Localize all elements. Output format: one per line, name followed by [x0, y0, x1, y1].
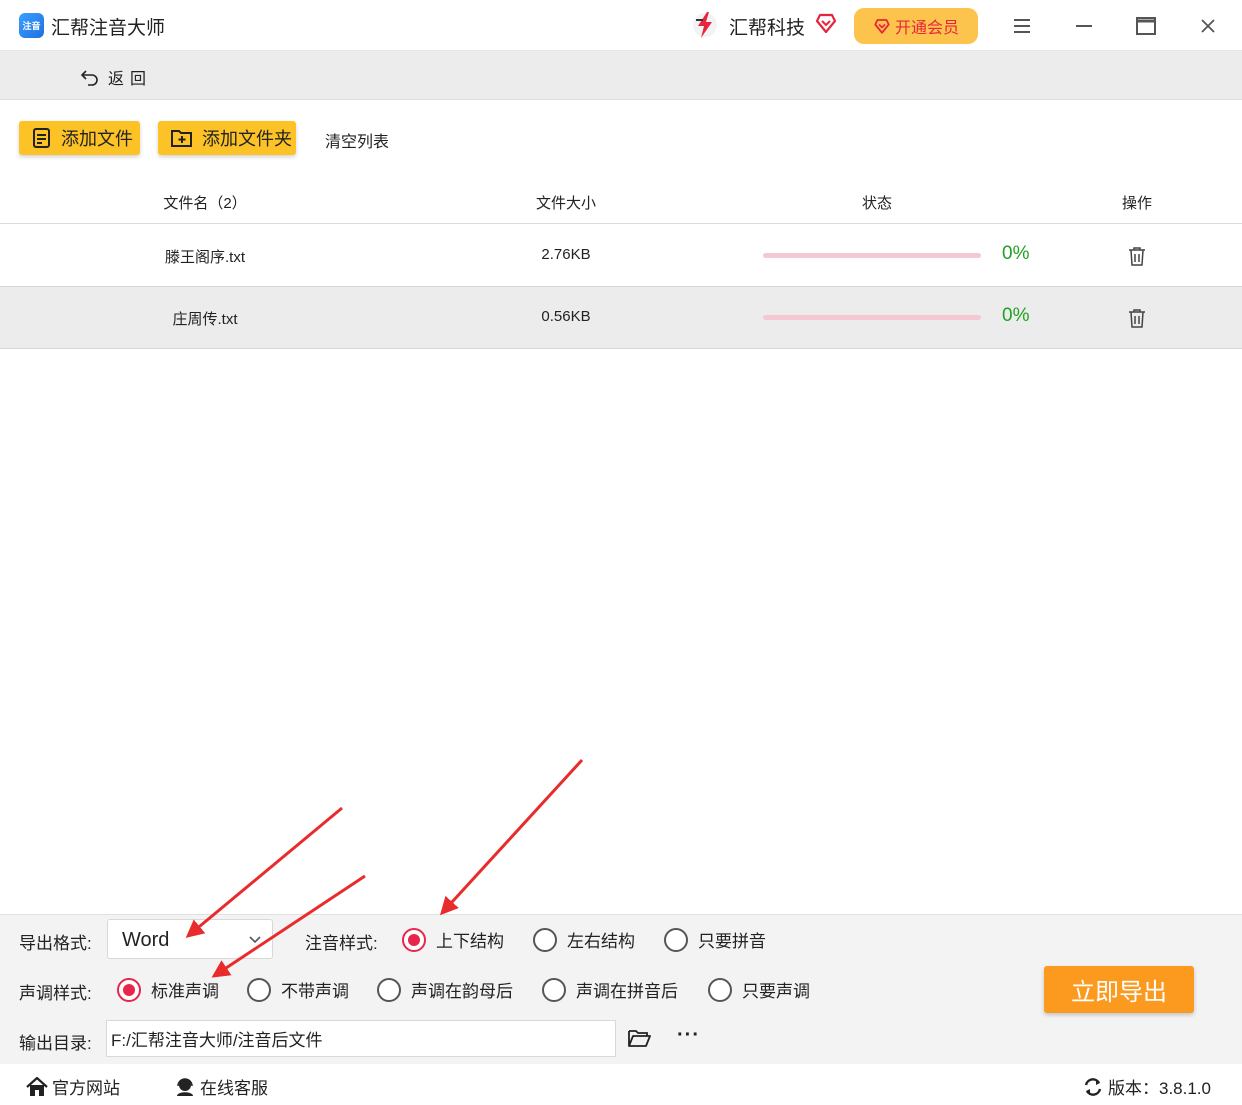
official-site-link[interactable]: 官方网站	[26, 1074, 120, 1099]
brand-logo-icon	[693, 12, 717, 38]
chevron-down-icon	[249, 936, 261, 944]
radio-dot	[402, 927, 426, 952]
table-row[interactable]: 滕王阁序.txt 2.76KB 0%	[0, 225, 1242, 287]
add-file-label: 添加文件	[61, 129, 133, 149]
file-size: 2.76KB	[541, 246, 591, 263]
export-format-select[interactable]: Word	[107, 919, 273, 959]
online-service-link[interactable]: 在线客服	[174, 1074, 268, 1099]
progress-percent: 0%	[1002, 243, 1030, 264]
output-dir-label: 输出目录:	[19, 1034, 92, 1053]
add-folder-button[interactable]: 添加文件夹	[158, 121, 296, 155]
radio-label: 声调在韵母后	[411, 982, 513, 1001]
radio-label: 只要拼音	[698, 932, 766, 951]
radio-label: 只要声调	[742, 982, 810, 1001]
output-dir-input[interactable]	[106, 1020, 616, 1057]
radio-label: 声调在拼音后	[576, 982, 678, 1001]
menu-icon[interactable]	[1009, 13, 1035, 39]
header-filesize: 文件大小	[535, 195, 597, 212]
progress-bar	[763, 253, 981, 258]
add-folder-label: 添加文件夹	[202, 129, 292, 149]
close-icon[interactable]	[1195, 13, 1221, 39]
clear-list-button[interactable]: 清空列表	[325, 128, 389, 152]
annotation-arrow	[439, 758, 584, 916]
back-bar: 返回	[0, 51, 1242, 100]
tone-style-label: 声调样式:	[19, 984, 92, 1003]
export-now-button[interactable]: 立即导出	[1044, 966, 1194, 1013]
radio-left-right[interactable]: 左右结构	[533, 927, 635, 952]
footer: 官方网站 在线客服 版本：3.8.1.0	[0, 1064, 1242, 1105]
radio-tone-after-pinyin[interactable]: 声调在拼音后	[542, 977, 678, 1002]
vip-button[interactable]: 开通会员	[854, 8, 978, 44]
more-options-button[interactable]: ···	[677, 1024, 700, 1047]
back-arrow-icon	[80, 70, 98, 86]
file-name: 滕王阁序.txt	[164, 249, 246, 266]
brand-name: 汇帮科技	[729, 18, 806, 39]
vip-label: 开通会员	[894, 20, 959, 37]
add-file-button[interactable]: 添加文件	[19, 121, 140, 155]
add-folder-icon	[171, 130, 192, 147]
radio-no-tone[interactable]: 不带声调	[247, 977, 349, 1002]
file-name: 庄周传.txt	[172, 311, 238, 328]
radio-dot	[533, 927, 557, 952]
radio-dot	[708, 977, 732, 1002]
table-row[interactable]: 庄周传.txt 0.56KB 0%	[0, 287, 1242, 349]
home-icon	[26, 1076, 48, 1096]
radio-label: 上下结构	[436, 932, 504, 951]
minimize-icon[interactable]	[1071, 13, 1097, 39]
radio-tone-after-final[interactable]: 声调在韵母后	[377, 977, 513, 1002]
header-status: 状态	[861, 195, 893, 212]
radio-label: 左右结构	[567, 932, 635, 951]
file-size: 0.56KB	[541, 308, 591, 325]
progress-bar	[763, 315, 981, 320]
phonetic-style-label: 注音样式:	[305, 934, 378, 953]
back-label: 返回	[108, 71, 153, 88]
radio-dot	[247, 977, 271, 1002]
customer-service-icon	[177, 1077, 193, 1096]
header-filename: 文件名（2）	[163, 195, 247, 212]
header-action: 操作	[1121, 195, 1153, 212]
radio-label: 标准声调	[151, 982, 219, 1001]
radio-dot	[542, 977, 566, 1002]
online-service-label: 在线客服	[200, 1079, 268, 1098]
maximize-icon[interactable]	[1133, 13, 1159, 39]
radio-dot	[664, 927, 688, 952]
app-title: 汇帮注音大师	[51, 18, 166, 39]
radio-label: 不带声调	[281, 982, 349, 1001]
add-file-icon	[33, 128, 50, 148]
app-logo-text: 注音	[22, 21, 41, 31]
vip-heart-icon	[874, 19, 890, 34]
delete-icon[interactable]	[1128, 308, 1146, 328]
progress-percent: 0%	[1002, 305, 1030, 326]
open-folder-icon[interactable]	[627, 1027, 651, 1049]
refresh-icon	[1084, 1077, 1102, 1096]
radio-pinyin-only[interactable]: 只要拼音	[664, 927, 766, 952]
app-logo: 注音	[19, 13, 44, 38]
table-header: 文件名（2） 文件大小 状态 操作	[0, 178, 1242, 224]
delete-icon[interactable]	[1128, 246, 1146, 266]
radio-tone-only[interactable]: 只要声调	[708, 977, 810, 1002]
official-site-label: 官方网站	[52, 1079, 120, 1098]
export-format-label: 导出格式:	[19, 934, 92, 953]
title-bar: 注音 汇帮注音大师 汇帮科技 开通会员	[0, 0, 1242, 51]
radio-top-bottom[interactable]: 上下结构	[402, 927, 504, 952]
radio-standard-tone[interactable]: 标准声调	[117, 977, 219, 1002]
export-format-value: Word	[122, 929, 170, 951]
heart-diamond-icon	[815, 13, 837, 34]
version-info: 版本：3.8.1.0	[1082, 1074, 1211, 1099]
radio-dot	[117, 977, 141, 1002]
radio-dot	[377, 977, 401, 1002]
version-label: 版本：3.8.1.0	[1108, 1079, 1211, 1098]
back-button[interactable]: 返回	[80, 65, 152, 89]
